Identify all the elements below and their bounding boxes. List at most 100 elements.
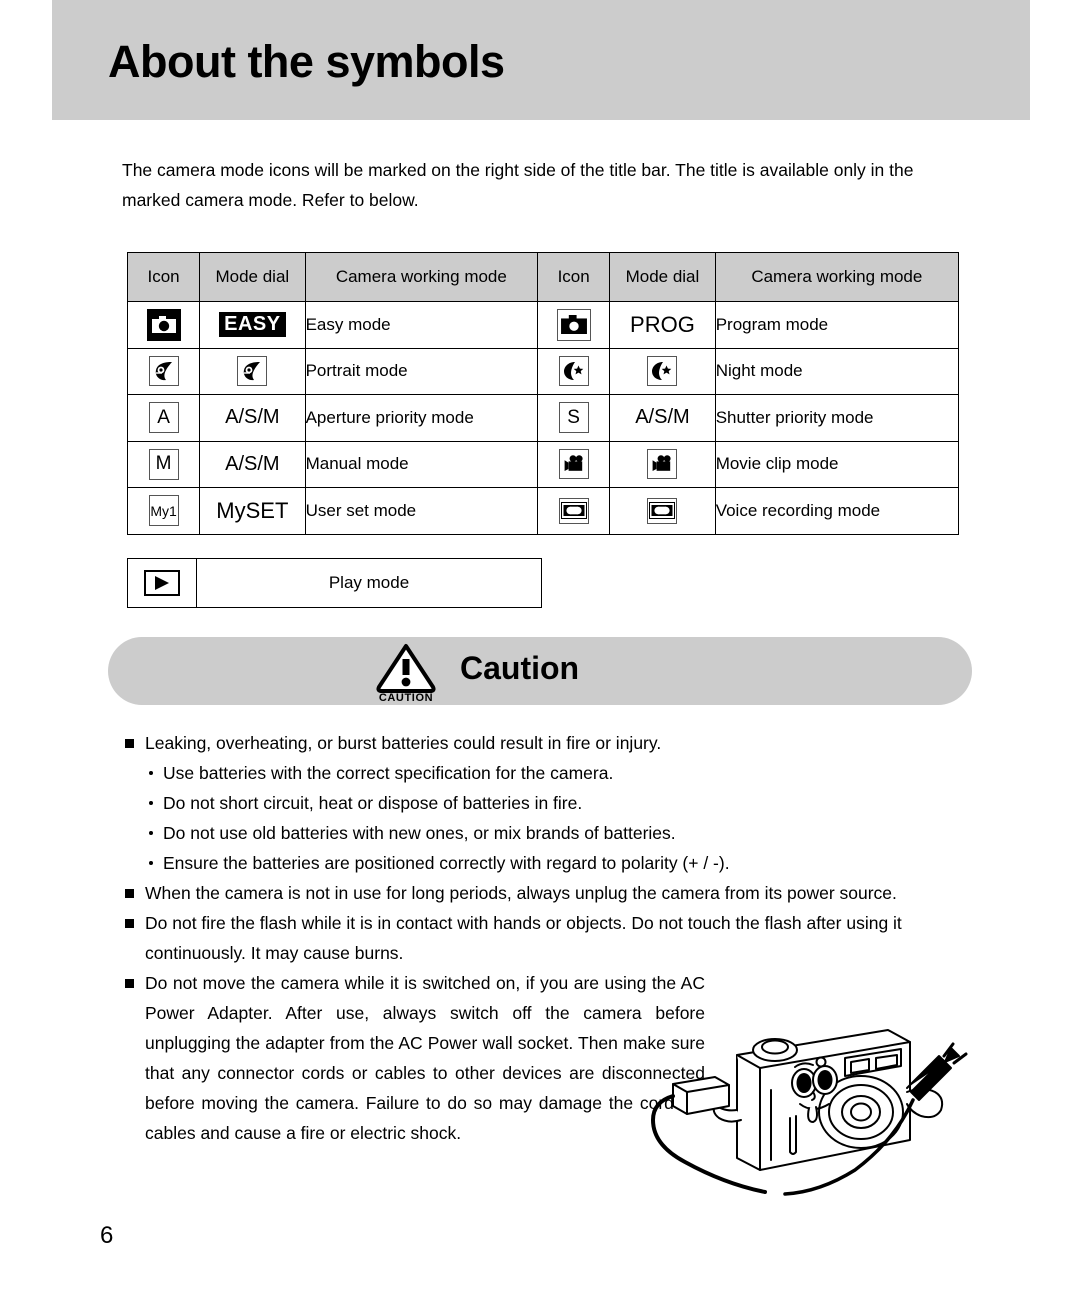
mode-cell-portrait: Portrait mode xyxy=(304,347,539,395)
header-dial-right: Mode dial xyxy=(609,252,716,302)
icon-cell-movie xyxy=(537,440,611,488)
dot-bullet-icon xyxy=(149,831,153,835)
play-mode-table: Play mode xyxy=(127,558,542,608)
header-icon-right: Icon xyxy=(537,252,611,302)
icon-cell-userset: My1 xyxy=(126,487,201,535)
header-mode-left: Camera working mode xyxy=(304,252,539,302)
letter-m-icon: M xyxy=(148,448,179,480)
icon-cell-play xyxy=(127,558,197,608)
square-bullet-icon xyxy=(125,889,134,898)
table-row: Play mode xyxy=(127,558,542,608)
voice-recorder-icon xyxy=(647,497,678,524)
letter-a-icon: A xyxy=(148,402,179,434)
dial-cell-portrait xyxy=(199,347,306,395)
caution-subitem-text: Ensure the batteries are positioned corr… xyxy=(163,853,730,873)
icon-cell-program xyxy=(537,301,611,349)
voice-recorder-icon xyxy=(558,497,589,524)
dial-cell-night xyxy=(609,347,716,395)
table-row: My1 MySET User set mode Voice recording … xyxy=(126,487,960,535)
dot-bullet-icon xyxy=(149,801,153,805)
icon-cell-voice xyxy=(537,487,611,535)
cartoon-camera-illustration xyxy=(645,1000,985,1200)
caution-title: Caution xyxy=(460,650,580,686)
caution-item: Leaking, overheating, or burst batteries… xyxy=(125,728,975,758)
camera-inverted-icon xyxy=(146,308,181,341)
icon-cell-aperture: A xyxy=(126,394,201,442)
night-moon-star-icon xyxy=(558,356,589,387)
caution-item-text: When the camera is not in use for long p… xyxy=(145,883,897,903)
page-number: 6 xyxy=(100,1222,114,1249)
portrait-face-icon xyxy=(148,356,179,387)
mode-cell-manual: Manual mode xyxy=(304,440,539,488)
caution-subitem: Do not short circuit, heat or dispose of… xyxy=(125,788,975,818)
mode-cell-play: Play mode xyxy=(196,558,542,608)
caution-subitem: Use batteries with the correct specifica… xyxy=(125,758,975,788)
table-header-row: Icon Mode dial Camera working mode Icon … xyxy=(126,252,960,302)
mode-cell-movie: Movie clip mode xyxy=(714,440,960,488)
caution-subitem-text: Use batteries with the correct specifica… xyxy=(163,763,614,783)
header-mode-right: Camera working mode xyxy=(714,252,960,302)
mode-symbol-table: Icon Mode dial Camera working mode Icon … xyxy=(126,252,960,535)
mode-cell-program: Program mode xyxy=(714,301,960,349)
movie-camera-icon xyxy=(558,449,589,480)
portrait-face-icon xyxy=(237,356,268,387)
square-bullet-icon xyxy=(125,739,134,748)
caution-banner: CAUTION Caution xyxy=(108,637,972,705)
title-bar: About the symbols xyxy=(52,0,1030,120)
caution-warning-icon: CAUTION xyxy=(363,641,449,704)
caution-subitem-text: Do not short circuit, heat or dispose of… xyxy=(163,793,583,813)
dial-cell-shutter: A/S/M xyxy=(609,394,716,442)
mode-cell-shutter: Shutter priority mode xyxy=(714,394,960,442)
my1-icon: My1 xyxy=(148,495,179,527)
asm-dial-label: A/S/M xyxy=(225,452,280,475)
dot-bullet-icon xyxy=(149,861,153,865)
table-row: EASY Easy mode PROG Program mode xyxy=(126,301,960,349)
header-dial-left: Mode dial xyxy=(199,252,306,302)
caution-item-text: Leaking, overheating, or burst batteries… xyxy=(145,733,662,753)
page-title: About the symbols xyxy=(108,36,505,87)
icon-cell-manual: M xyxy=(126,440,201,488)
dial-cell-easy: EASY xyxy=(199,301,306,349)
asm-dial-label: A/S/M xyxy=(225,406,280,429)
asm-dial-label: A/S/M xyxy=(635,406,690,429)
dial-cell-program: PROG xyxy=(609,301,716,349)
caution-subitem: Do not use old batteries with new ones, … xyxy=(125,818,975,848)
movie-camera-icon xyxy=(647,449,678,480)
mode-cell-userset: User set mode xyxy=(304,487,539,535)
play-triangle-icon xyxy=(144,569,180,596)
program-dial-label: PROG xyxy=(630,311,695,337)
table-row: M A/S/M Manual mode Movie clip mode xyxy=(126,440,960,488)
svg-text:CAUTION: CAUTION xyxy=(379,692,433,703)
dial-cell-voice xyxy=(609,487,716,535)
caution-item-text: Do not fire the flash while it is in con… xyxy=(145,913,902,963)
caution-item-text: Do not move the camera while it is switc… xyxy=(145,973,705,1143)
caution-subitem: Ensure the batteries are positioned corr… xyxy=(125,848,975,878)
camera-icon xyxy=(556,308,591,341)
dial-cell-manual: A/S/M xyxy=(199,440,306,488)
mode-cell-easy: Easy mode xyxy=(304,301,539,349)
square-bullet-icon xyxy=(125,979,134,988)
icon-cell-easy xyxy=(126,301,201,349)
square-bullet-icon xyxy=(125,919,134,928)
caution-item: When the camera is not in use for long p… xyxy=(125,878,975,908)
mode-cell-voice: Voice recording mode xyxy=(714,487,960,535)
dial-cell-aperture: A/S/M xyxy=(199,394,306,442)
dot-bullet-icon xyxy=(149,771,153,775)
caution-subitem-text: Do not use old batteries with new ones, … xyxy=(163,823,676,843)
myset-dial-label: MySET xyxy=(216,497,289,523)
night-moon-star-icon xyxy=(647,356,678,387)
table-row: Portrait mode Night mode xyxy=(126,347,960,395)
icon-cell-night xyxy=(537,347,611,395)
mode-cell-night: Night mode xyxy=(714,347,960,395)
letter-s-icon: S xyxy=(558,402,589,434)
icon-cell-shutter: S xyxy=(537,394,611,442)
icon-cell-portrait xyxy=(126,347,201,395)
caution-item: Do not fire the flash while it is in con… xyxy=(125,908,975,968)
dial-cell-userset: MySET xyxy=(199,487,306,535)
table-row: A A/S/M Aperture priority mode S A/S/M S… xyxy=(126,394,960,442)
header-icon-left: Icon xyxy=(126,252,201,302)
mode-cell-aperture: Aperture priority mode xyxy=(304,394,539,442)
intro-paragraph: The camera mode icons will be marked on … xyxy=(122,160,914,210)
dial-cell-movie xyxy=(609,440,716,488)
easy-dial-label: EASY xyxy=(219,312,286,338)
